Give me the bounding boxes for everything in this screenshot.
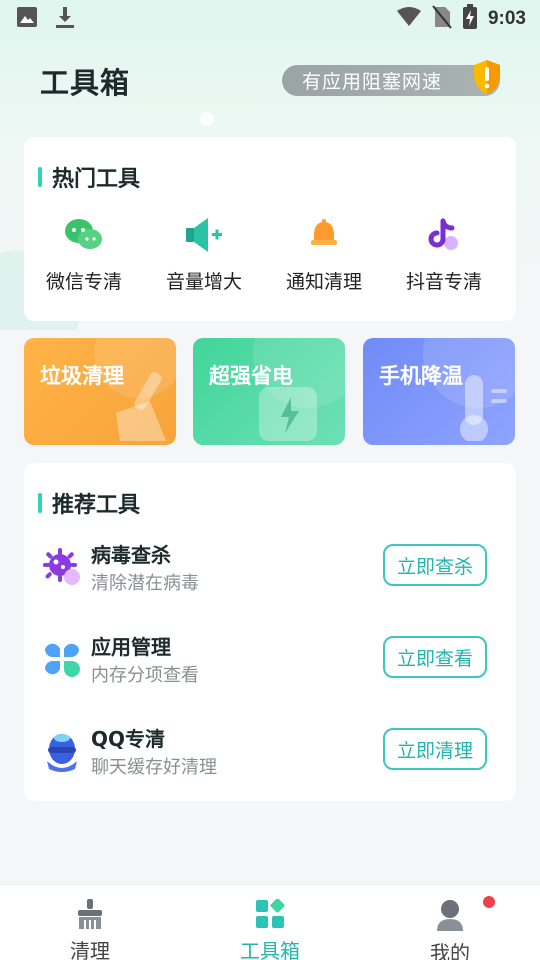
recommended-title: 推荐工具 (52, 493, 141, 518)
download-icon (54, 5, 76, 33)
notification-badge (483, 896, 495, 908)
nav-label: 我的 (430, 941, 470, 960)
tile-power-save[interactable]: 超强省电 (193, 338, 345, 445)
broom-icon (106, 371, 176, 445)
recommended-item-name: 病毒查杀 (91, 543, 171, 567)
wechat-icon (62, 213, 106, 257)
status-bar: 9:03 (0, 0, 540, 38)
recommended-item-desc: 聊天缓存好清理 (91, 757, 217, 778)
tile-cool-down[interactable]: 手机降温 (363, 338, 515, 445)
hot-tool-label: 通知清理 (285, 271, 362, 293)
tile-junk-clean[interactable]: 垃圾清理 (24, 338, 176, 445)
view-apps-button[interactable]: 立即查看 (383, 636, 487, 678)
page-title: 工具箱 (40, 66, 131, 100)
section-accent-bar (38, 167, 42, 187)
virus-icon (42, 547, 82, 587)
user-icon (434, 899, 466, 931)
recommended-heading: 推荐工具 (38, 487, 140, 519)
volume-up-icon (182, 213, 226, 257)
nav-label: 清理 (70, 939, 110, 960)
battery-charging-icon (462, 4, 478, 34)
hot-tool-tiktok[interactable]: 抖音专清 (384, 213, 504, 294)
toolbox-icon (254, 899, 286, 929)
image-icon (16, 6, 38, 32)
battery-bolt-icon (255, 379, 323, 445)
shield-alert-icon (472, 59, 502, 95)
network-warning-text: 有应用阻塞网速 (302, 71, 443, 93)
section-accent-bar (38, 493, 42, 513)
hot-tool-wechat[interactable]: 微信专清 (24, 213, 144, 294)
network-warning-banner[interactable]: 有应用阻塞网速 (282, 60, 500, 96)
bottom-nav: 清理 工具箱 我的 (0, 884, 540, 960)
hot-tools-heading: 热门工具 (38, 161, 140, 193)
recommended-item-desc: 清除潜在病毒 (91, 573, 199, 594)
wifi-icon (396, 6, 422, 32)
recommended-tools-card: 推荐工具 病毒查杀 清除潜在病毒 立即查杀 应用管理 内存分项查看 立即查看 Q… (24, 463, 516, 801)
recommended-item-desc: 内存分项查看 (91, 665, 199, 686)
hot-tool-label: 微信专清 (45, 271, 122, 293)
hot-tools-title: 热门工具 (52, 167, 141, 192)
nav-item-clean[interactable]: 清理 (0, 885, 180, 960)
thermometer-icon (453, 375, 515, 445)
hot-tools-grid: 微信专清 音量增大 通知清理 抖音专清 (24, 213, 516, 294)
recommended-item-virus: 病毒查杀 清除潜在病毒 立即查杀 (24, 539, 516, 599)
tiktok-icon (422, 213, 466, 257)
tile-title: 手机降温 (379, 364, 463, 388)
bell-icon (302, 213, 346, 257)
recommended-item-name: 应用管理 (91, 635, 171, 659)
hot-tool-notification[interactable]: 通知清理 (264, 213, 384, 294)
header: 工具箱 有应用阻塞网速 (0, 56, 540, 106)
scan-virus-button[interactable]: 立即查杀 (383, 544, 487, 586)
recommended-item-qq: QQ专清 聊天缓存好清理 立即清理 (24, 723, 516, 783)
status-time: 9:03 (487, 8, 526, 29)
recommended-item-name: QQ专清 (91, 727, 166, 751)
apps-icon (42, 639, 82, 679)
hot-tool-label: 音量增大 (165, 271, 242, 293)
decorative-dot (200, 112, 214, 126)
nav-item-toolbox[interactable]: 工具箱 (180, 885, 360, 960)
hot-tools-card: 热门工具 微信专清 音量增大 通知清理 抖音专清 (24, 137, 516, 321)
no-sim-icon (432, 5, 452, 33)
qq-icon (42, 731, 82, 772)
hot-tool-label: 抖音专清 (405, 271, 482, 293)
clean-qq-button[interactable]: 立即清理 (383, 728, 487, 770)
nav-label: 工具箱 (240, 939, 300, 960)
recommended-item-apps: 应用管理 内存分项查看 立即查看 (24, 631, 516, 691)
broom-icon (74, 899, 106, 929)
hot-tool-volume[interactable]: 音量增大 (144, 213, 264, 294)
nav-item-profile[interactable]: 我的 (360, 885, 540, 960)
